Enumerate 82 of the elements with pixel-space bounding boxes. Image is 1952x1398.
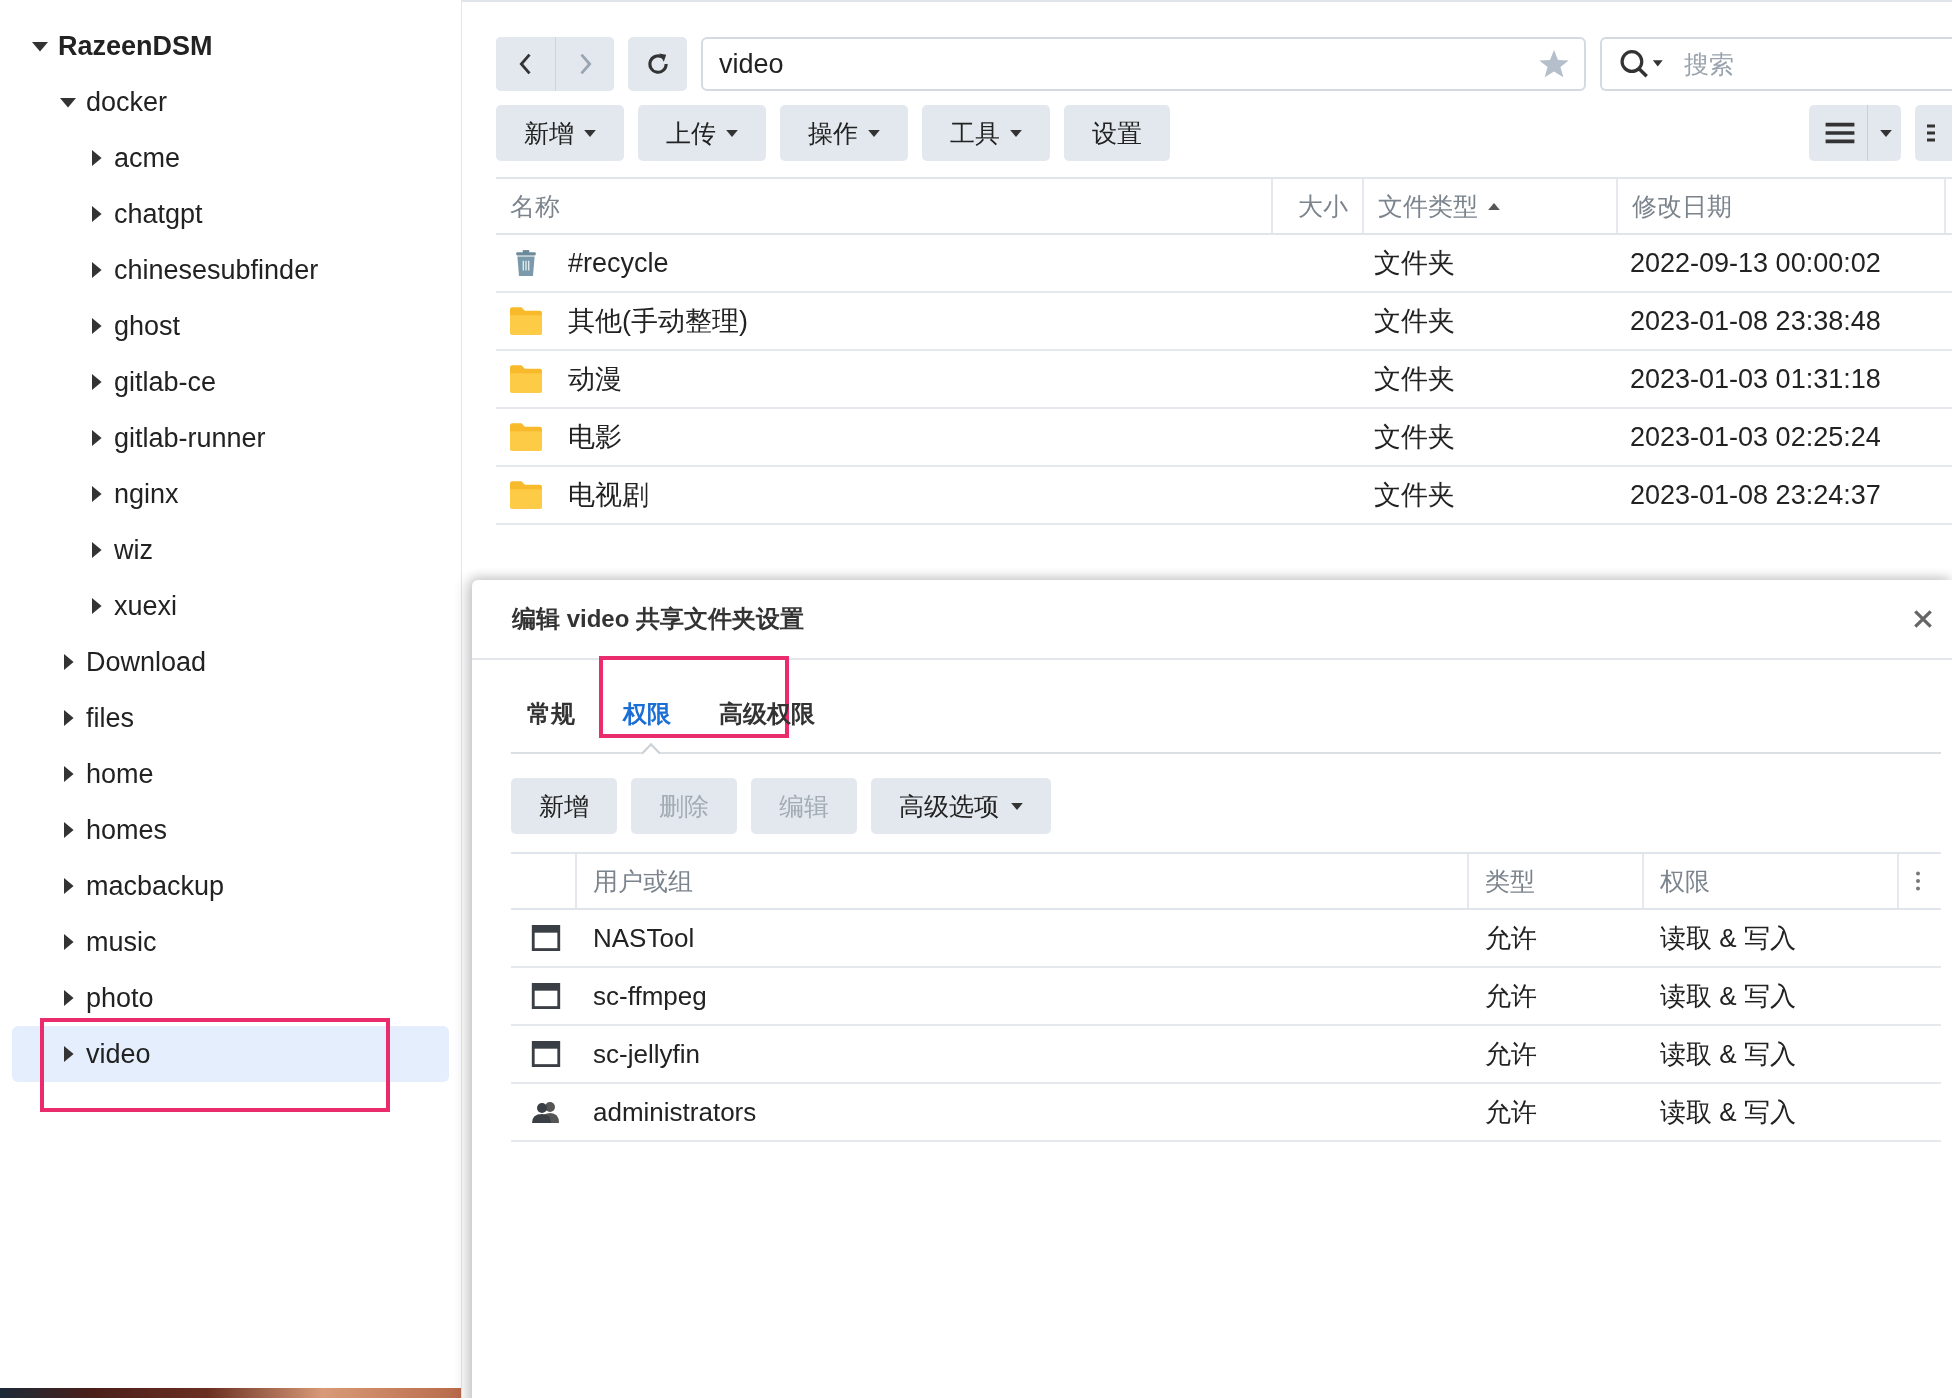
column-header[interactable]: 大小 bbox=[1273, 179, 1364, 233]
tree-item[interactable]: wiz bbox=[12, 522, 449, 578]
file-name[interactable]: #recycle bbox=[568, 247, 669, 279]
tree-item[interactable]: gitlab-ce bbox=[12, 354, 449, 410]
refresh-button[interactable] bbox=[628, 37, 687, 91]
tree-item[interactable]: chatgpt bbox=[12, 186, 449, 242]
chevron-left-icon bbox=[518, 52, 533, 76]
user-name: administrators bbox=[593, 1096, 757, 1128]
caret-down-icon bbox=[584, 129, 596, 137]
caret-down-icon bbox=[726, 129, 738, 137]
modified-date: 2023-01-08 23:38:48 bbox=[1630, 305, 1881, 337]
modified-date: 2022-09-13 00:00:02 bbox=[1630, 247, 1881, 279]
tree-item[interactable]: macbackup bbox=[12, 858, 449, 914]
more-options-icon[interactable] bbox=[1915, 871, 1921, 891]
tree-item[interactable]: nginx bbox=[12, 466, 449, 522]
column-header[interactable]: 权限 bbox=[1644, 854, 1899, 908]
caret-down-icon[interactable] bbox=[1880, 129, 1892, 137]
dialog-button[interactable]: 高级选项 bbox=[871, 778, 1051, 834]
file-name[interactable]: 动漫 bbox=[568, 361, 622, 397]
view-menu-button[interactable] bbox=[1809, 105, 1901, 161]
permission-level: 读取 & 写入 bbox=[1660, 979, 1796, 1013]
toolbar-button[interactable]: 工具 bbox=[922, 105, 1050, 161]
tree-item[interactable]: xuexi bbox=[12, 578, 449, 634]
modified-date: 2023-01-03 01:31:18 bbox=[1630, 363, 1881, 395]
close-icon[interactable] bbox=[1912, 608, 1934, 630]
path-field[interactable]: video bbox=[701, 37, 1586, 91]
permission-level: 读取 & 写入 bbox=[1660, 921, 1796, 955]
user-name: NASTool bbox=[593, 922, 695, 954]
rule-type: 允许 bbox=[1485, 1037, 1537, 1071]
file-name[interactable]: 电视剧 bbox=[568, 477, 649, 513]
file-type: 文件夹 bbox=[1374, 247, 1455, 280]
search-bar[interactable]: 搜索 bbox=[1600, 37, 1952, 91]
dialog-button[interactable]: 新增 bbox=[511, 778, 617, 834]
file-type: 文件夹 bbox=[1374, 421, 1455, 454]
modified-date: 2023-01-03 02:25:24 bbox=[1630, 421, 1881, 453]
tree-item[interactable]: acme bbox=[12, 130, 449, 186]
tree-item[interactable]: homes bbox=[12, 802, 449, 858]
sort-button[interactable] bbox=[1915, 105, 1952, 161]
tree-item[interactable]: chinesesubfinder bbox=[12, 242, 449, 298]
sort-ascending-icon bbox=[1488, 202, 1500, 210]
tree-item[interactable]: photo bbox=[12, 970, 449, 1026]
rule-type: 允许 bbox=[1485, 921, 1537, 955]
rule-type: 允许 bbox=[1485, 979, 1537, 1013]
caret-down-icon bbox=[1010, 129, 1022, 137]
user-name: sc-jellyfin bbox=[593, 1038, 700, 1070]
toolbar-button[interactable]: 上传 bbox=[638, 105, 766, 161]
tree-item[interactable]: docker bbox=[12, 74, 449, 130]
caret-down-icon bbox=[868, 129, 880, 137]
tree-item[interactable]: Download bbox=[12, 634, 449, 690]
list-icon bbox=[1927, 122, 1935, 144]
column-header[interactable]: 修改日期 bbox=[1618, 179, 1946, 233]
tree-item[interactable]: music bbox=[12, 914, 449, 970]
permission-level: 读取 & 写入 bbox=[1660, 1095, 1796, 1129]
toolbar-button[interactable]: 设置 bbox=[1064, 105, 1170, 161]
chevron-right-icon bbox=[578, 52, 592, 76]
column-header[interactable]: 用户或组 bbox=[577, 854, 1469, 908]
user-name: sc-ffmpeg bbox=[593, 980, 707, 1012]
toolbar-button[interactable]: 新增 bbox=[496, 105, 624, 161]
file-type: 文件夹 bbox=[1374, 479, 1455, 512]
column-header[interactable]: 文件类型 bbox=[1364, 179, 1618, 233]
tree-item[interactable]: RazeenDSM bbox=[12, 18, 449, 74]
tree-item[interactable]: files bbox=[12, 690, 449, 746]
tree-item[interactable]: home bbox=[12, 746, 449, 802]
tab[interactable]: 常规 bbox=[511, 698, 599, 752]
tree-item[interactable]: video bbox=[12, 1026, 449, 1082]
tree-item[interactable]: gitlab-runner bbox=[12, 410, 449, 466]
star-icon[interactable] bbox=[1538, 48, 1570, 80]
toolbar-button[interactable]: 操作 bbox=[780, 105, 908, 161]
tab[interactable]: 权限 bbox=[599, 698, 703, 752]
file-name[interactable]: 电影 bbox=[568, 419, 622, 455]
file-name[interactable]: 其他(手动整理) bbox=[568, 303, 748, 339]
rule-type: 允许 bbox=[1485, 1095, 1537, 1129]
caret-down-icon bbox=[1011, 802, 1023, 810]
column-header[interactable]: 名称 bbox=[496, 179, 1273, 233]
column-header[interactable]: 类型 bbox=[1469, 854, 1644, 908]
file-type: 文件夹 bbox=[1374, 305, 1455, 338]
list-icon[interactable] bbox=[1825, 121, 1855, 145]
modified-date: 2023-01-08 23:24:37 bbox=[1630, 479, 1881, 511]
permission-level: 读取 & 写入 bbox=[1660, 1037, 1796, 1071]
tree-item[interactable]: ghost bbox=[12, 298, 449, 354]
dialog-title: 编辑 video 共享文件夹设置 bbox=[512, 604, 806, 634]
file-type: 文件夹 bbox=[1374, 363, 1455, 396]
